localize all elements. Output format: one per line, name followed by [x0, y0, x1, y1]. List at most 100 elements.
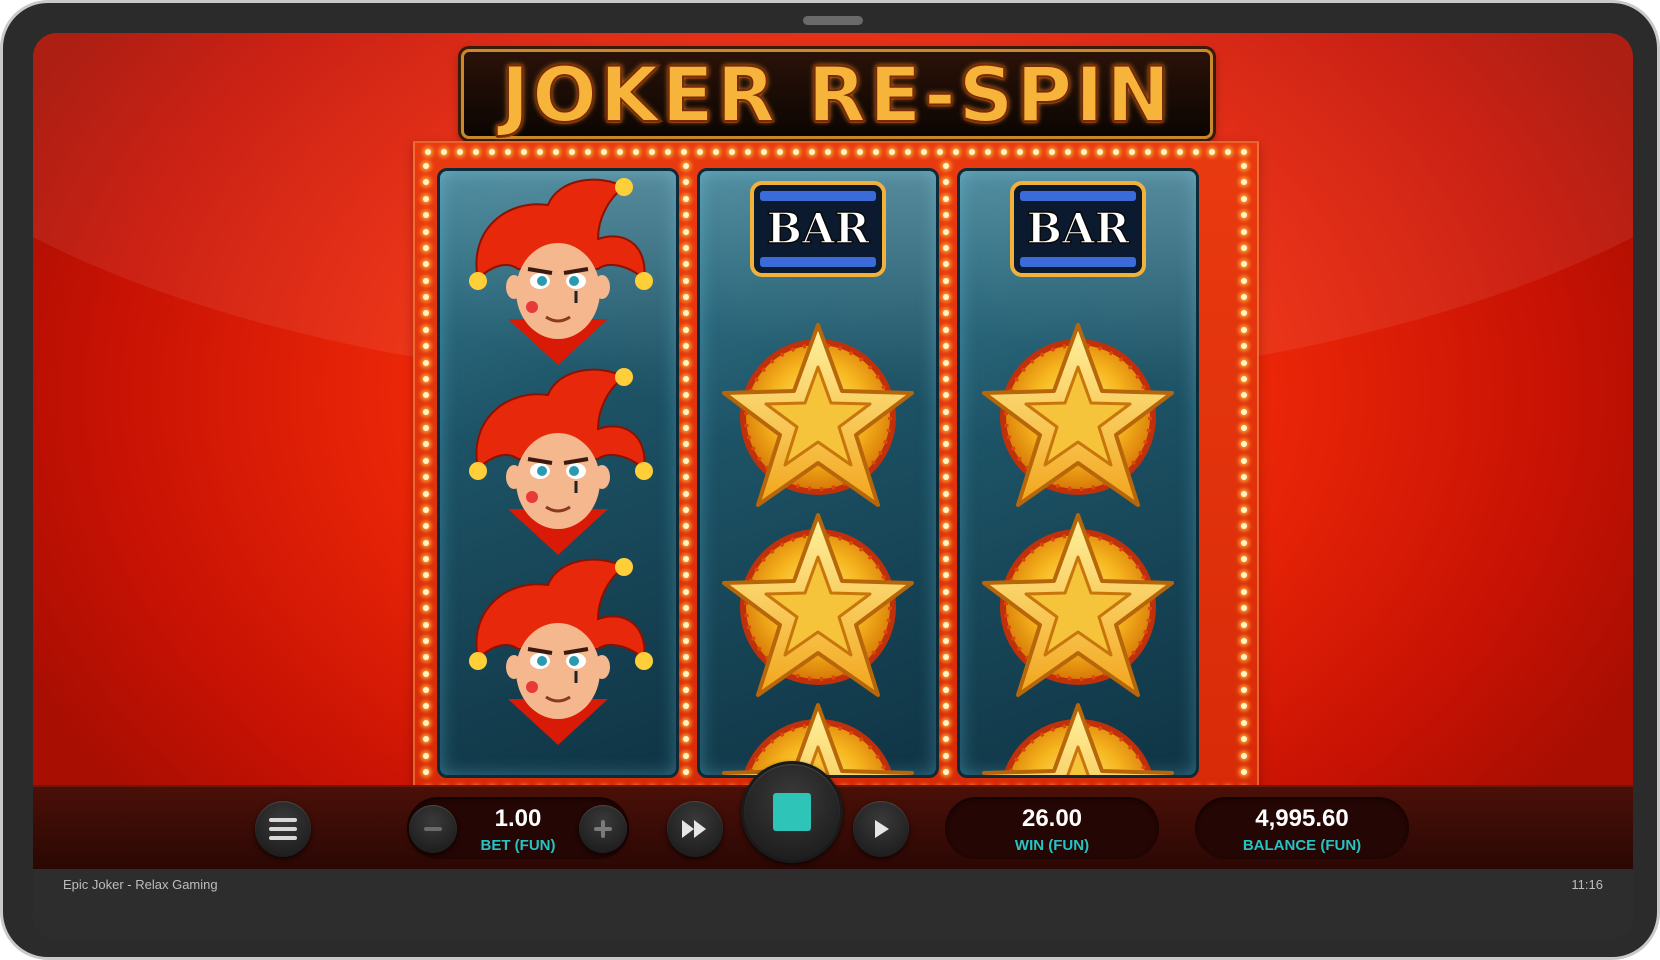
marquee-bulb [423, 752, 429, 759]
marquee-bulb [423, 392, 429, 399]
marquee-bulb [683, 392, 689, 399]
marquee-bulb [423, 474, 429, 481]
marquee-bulb [1241, 539, 1247, 546]
marquee-bulb [793, 149, 799, 155]
star-symbol-partial [960, 701, 1196, 775]
star-symbol [960, 511, 1196, 701]
marquee-bulb [423, 670, 429, 677]
marquee-bulb [683, 359, 689, 366]
marquee-bulb [683, 523, 689, 530]
marquee-bulb [683, 195, 689, 202]
stop-spin-button[interactable] [741, 761, 843, 863]
marquee-bulb [633, 149, 639, 155]
marquee-bulb [617, 149, 623, 155]
marquee-bulb [1241, 149, 1247, 155]
marquee-bulb [423, 195, 429, 202]
marquee-bulb [423, 457, 429, 464]
footer-bar: Epic Joker - Relax Gaming 11:16 [33, 869, 1633, 939]
marquee-bulb [683, 736, 689, 743]
marquee-bulb [943, 195, 949, 202]
marquee-bulb [857, 149, 863, 155]
marquee-bulb [953, 149, 959, 155]
marquee-bulb [423, 244, 429, 251]
menu-button[interactable] [255, 801, 311, 857]
marquee-bulb [423, 441, 429, 448]
marquee-bulb [683, 375, 689, 382]
marquee-bulb [423, 506, 429, 513]
star-icon [982, 703, 1174, 775]
marquee-bulb [683, 326, 689, 333]
marquee-bulb [943, 392, 949, 399]
hamburger-menu-icon [269, 818, 297, 840]
marquee-bulb [905, 149, 911, 155]
fast-forward-icon [682, 820, 706, 838]
marquee-bulb [601, 149, 607, 155]
marquee-bulb [423, 261, 429, 268]
minus-icon [424, 827, 442, 831]
marquee-bulb [873, 149, 879, 155]
game-logo: JOKER RE-SPIN [461, 49, 1213, 140]
balance-value: 4,995.60 [1255, 805, 1349, 832]
bet-increase-button[interactable] [579, 805, 627, 853]
marquee-bulb [569, 149, 575, 155]
marquee-bulb [683, 212, 689, 219]
joker-symbol [440, 171, 676, 365]
marquee-bulb [1241, 359, 1247, 366]
star-icon [982, 513, 1174, 697]
marquee-bulb [1241, 687, 1247, 693]
marquee-bulb [1241, 195, 1247, 202]
marquee-bulb [423, 294, 429, 300]
marquee-bulb [943, 441, 949, 448]
marquee-bulb [943, 654, 949, 661]
autoplay-button[interactable] [853, 801, 909, 857]
marquee-bulb [423, 703, 429, 710]
marquee-bulb [943, 228, 949, 235]
marquee-bulb [423, 736, 429, 743]
marquee-bulb [1241, 375, 1247, 382]
marquee-bulb [943, 474, 949, 481]
marquee-bulb [423, 163, 429, 169]
marquee-bulb [683, 752, 689, 759]
reel-2: BAR [697, 168, 939, 778]
marquee-bulb [1241, 408, 1247, 415]
marquee-bulb [1161, 149, 1167, 155]
marquee-bulb [761, 149, 767, 155]
marquee-bulb [943, 212, 949, 219]
marquee-bulb [969, 149, 975, 155]
marquee-bulb [943, 687, 949, 693]
marquee-bulb [943, 736, 949, 743]
marquee-bulb [777, 149, 783, 155]
marquee-bulb [841, 149, 847, 155]
marquee-bulb [423, 375, 429, 382]
marquee-bulb [713, 149, 719, 155]
marquee-bulb [683, 179, 689, 186]
joker-symbol [440, 549, 676, 745]
joker-icon [467, 556, 655, 745]
marquee-bulb [1193, 149, 1199, 155]
marquee-bulb [943, 719, 949, 726]
marquee-bulb [889, 149, 895, 155]
marquee-bulb [943, 556, 949, 562]
balance-label: BALANCE (FUN) [1242, 837, 1362, 854]
marquee-bulb [943, 326, 949, 333]
marquee-bulb [423, 359, 429, 366]
reel-frame: BAR BAR [413, 141, 1259, 803]
device-notch [803, 16, 863, 25]
marquee-bulb [985, 149, 991, 155]
marquee-bulb [457, 149, 463, 155]
marquee-bulb [943, 637, 949, 644]
marquee-bulb [683, 261, 689, 268]
marquee-bulb [1241, 588, 1247, 595]
marquee-bulb [1241, 425, 1247, 431]
marquee-bulb [943, 163, 949, 169]
marquee-bulb [1241, 506, 1247, 513]
marquee-bulb [683, 637, 689, 644]
marquee-bulb [683, 506, 689, 513]
marquee-bulb [943, 457, 949, 464]
marquee-bulb [943, 572, 949, 579]
turbo-button[interactable] [667, 801, 723, 857]
marquee-bulb [1225, 149, 1231, 155]
bet-decrease-button[interactable] [409, 805, 457, 853]
star-icon [722, 323, 914, 507]
marquee-bulb [1241, 768, 1247, 775]
